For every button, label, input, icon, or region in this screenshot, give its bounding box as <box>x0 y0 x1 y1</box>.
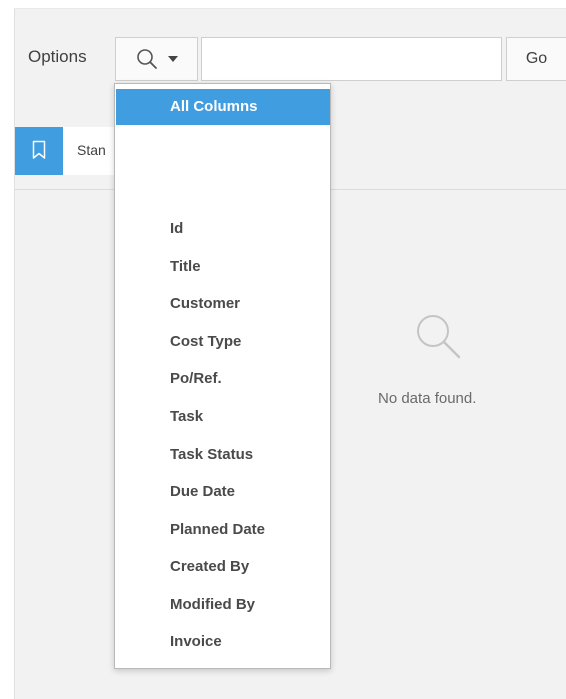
menu-item-customer[interactable]: Customer <box>115 289 330 319</box>
search-icon <box>136 48 158 75</box>
menu-item-task[interactable]: Task <box>115 402 330 432</box>
menu-item-all-columns[interactable]: All Columns <box>116 89 330 125</box>
menu-item-po-ref[interactable]: Po/Ref. <box>115 364 330 394</box>
go-button[interactable]: Go <box>506 37 566 81</box>
search-icon <box>413 311 465 368</box>
no-data-message: No data found. <box>378 390 477 407</box>
menu-item-cost-type[interactable]: Cost Type <box>115 327 330 357</box>
report-tab-label: Stan <box>77 142 106 158</box>
search-columns-button[interactable] <box>115 37 198 81</box>
bookmark-button[interactable] <box>15 127 63 175</box>
menu-item-invoice[interactable]: Invoice <box>115 627 330 657</box>
menu-item-title[interactable]: Title <box>115 252 330 282</box>
bookmark-icon <box>32 140 46 159</box>
menu-item-modified-by[interactable]: Modified By <box>115 590 330 620</box>
chevron-down-icon <box>168 56 178 62</box>
column-dropdown-menu: All Columns Id Title Customer Cost Type … <box>114 83 331 669</box>
page: Options Go Stan No data found. All Colum… <box>0 0 566 699</box>
menu-item-id[interactable]: Id <box>115 214 330 244</box>
options-label: Options <box>28 47 87 66</box>
menu-item-task-status[interactable]: Task Status <box>115 440 330 470</box>
menu-item-due-date[interactable]: Due Date <box>115 477 330 507</box>
search-input[interactable] <box>201 37 502 81</box>
menu-item-created-by[interactable]: Created By <box>115 552 330 582</box>
menu-item-planned-date[interactable]: Planned Date <box>115 515 330 545</box>
